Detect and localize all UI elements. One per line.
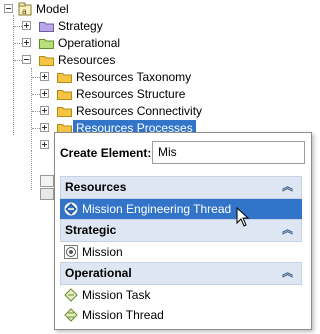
group-title: Operational [65,266,132,280]
tree-connector [31,68,32,148]
group-header-resources[interactable]: Resources ︽ [60,176,302,199]
expand-toggle-icon[interactable] [22,38,31,47]
expand-toggle-icon[interactable] [40,89,49,98]
group-title: Resources [65,180,127,194]
collapse-group-icon[interactable]: ︽ [282,177,293,198]
tree-item-label: Resources Connectivity [76,104,203,118]
mouse-cursor-icon [236,207,250,227]
expand-toggle-icon[interactable] [40,106,49,115]
tree-connector [14,60,22,61]
tree-connector [14,43,22,44]
mission-icon [64,245,78,259]
popup-item-mission-thread[interactable]: Mission Thread [60,305,302,325]
expand-toggle-icon[interactable] [22,21,31,30]
tree-connector [32,111,40,112]
create-element-label: Create Element: [60,146,152,160]
tree-item-label: Resources Taxonomy [76,70,192,84]
tree-item-label: Resources [58,53,116,67]
mission-engineering-thread-icon [64,202,78,216]
tree-item-label: Operational [58,36,121,50]
mission-task-icon [64,288,78,302]
tree-item-label: Strategy [58,19,103,33]
tree-connector [32,128,40,129]
tree-connector [13,15,14,135]
create-element-popup: Create Element: Mis Resources ︽ Mission … [54,132,312,330]
tree-item-label: Resources Structure [76,87,186,101]
group-header-strategic[interactable]: Strategic ︽ [60,219,302,242]
expand-toggle-icon[interactable] [40,72,49,81]
model-package-icon: a [18,2,32,16]
expand-toggle-icon[interactable] [40,140,49,149]
folder-icon [39,39,54,49]
tree-connector [32,94,40,95]
folder-icon [57,107,72,117]
svg-text:a: a [22,7,27,16]
popup-item-label: Mission Thread [82,308,164,322]
popup-item-label: Mission [82,245,123,259]
collapse-group-icon[interactable]: ︽ [282,263,293,284]
folder-icon [57,90,72,100]
tree-item-icon [40,188,54,200]
group-header-operational[interactable]: Operational ︽ [60,262,302,285]
group-title: Strategic [65,223,117,237]
popup-item-mission-task[interactable]: Mission Task [60,285,302,305]
tree-item-label: Model [36,2,69,16]
popup-item-mission-engineering-thread[interactable]: Mission Engineering Thread [60,199,302,219]
expand-toggle-icon[interactable] [40,123,49,132]
popup-item-label: Mission Task [82,288,151,302]
tree-connector [32,77,40,78]
popup-item-mission[interactable]: Mission [60,242,302,262]
tree-connector [31,150,32,190]
folder-icon [39,22,54,32]
tree-connector [14,26,22,27]
tree-item-icon [40,175,54,187]
collapse-toggle-icon[interactable] [22,55,31,64]
folder-icon [57,73,72,83]
collapse-toggle-icon[interactable] [4,4,13,13]
mission-thread-icon [64,308,78,322]
create-element-search-input[interactable]: Mis [152,141,305,164]
folder-icon [39,56,54,66]
collapse-group-icon[interactable]: ︽ [282,220,293,241]
popup-item-label: Mission Engineering Thread [82,202,232,216]
